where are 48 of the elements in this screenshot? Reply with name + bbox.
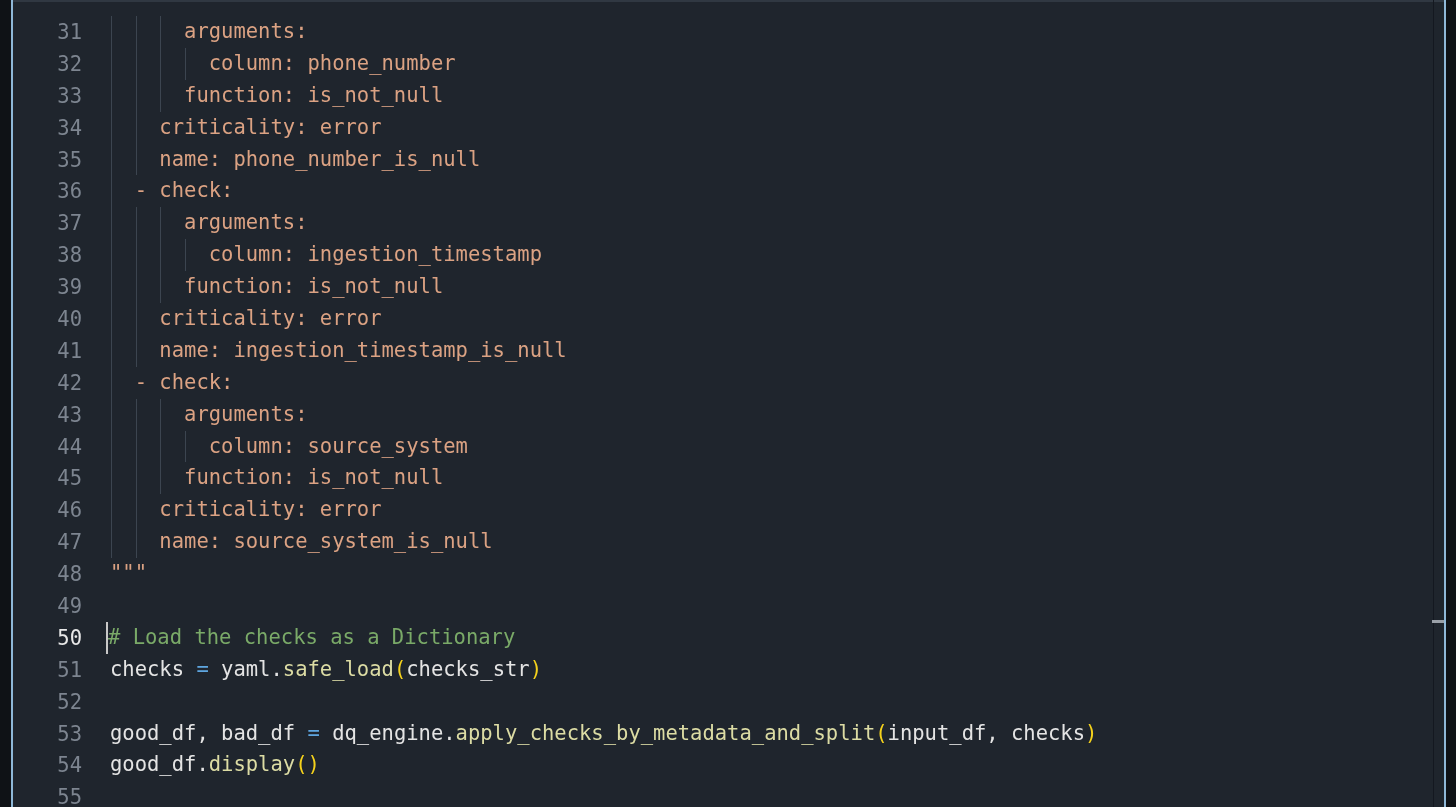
code-line: good_df.display() [109,751,320,779]
code-line: # Load the checks as a Dictionary [106,621,516,654]
line-number: 48 [56,562,82,587]
line-number: 45 [56,466,82,491]
line-number: 42 [56,370,82,395]
line-number: 35 [56,147,82,172]
code-line: function: is_not_null [108,271,444,303]
code-line: arguments: [108,207,308,240]
code-line: - check: [108,175,234,208]
line-number: 52 [56,689,82,714]
line-number: 36 [56,179,82,204]
scrollbar-marker [1432,620,1444,623]
code-line: function: is_not_null [108,79,444,112]
line-number: 37 [56,211,82,236]
line-number: 40 [56,306,82,331]
line-number: 50 [56,625,82,650]
code-line: column: phone_number [108,47,456,80]
line-number: 46 [56,498,82,523]
line-number: 33 [56,83,82,108]
code-line: name: source_system_is_null [108,526,493,559]
code-line: criticality: error [108,111,382,144]
line-number: 41 [56,338,82,363]
line-number: 34 [56,115,82,140]
code-line: good_df, bad_df = dq_engine.apply_checks_by_metadata_and_split(input_df, checks) [109,719,1098,747]
code-line: arguments: [108,16,308,48]
code-line: name: phone_number_is_null [108,143,481,176]
line-number: 31 [56,19,82,44]
line-number: 49 [56,593,82,618]
line-number: 53 [56,721,82,746]
line-number: 38 [56,243,82,268]
line-number: 51 [56,657,82,682]
line-number: 44 [56,434,82,459]
line-number: 43 [56,402,82,427]
code-line: - check: [108,366,234,399]
code-line: column: ingestion_timestamp [108,239,542,272]
code-line: arguments: [108,398,308,431]
code-line: """ [109,560,148,588]
code-line: checks = yaml.safe_load(checks_str) [109,655,542,683]
line-number: 55 [56,785,82,807]
code-line: criticality: error [108,303,382,335]
line-number: 32 [56,51,82,76]
line-number: 39 [56,275,82,300]
line-number: 47 [56,530,82,555]
code-line: name: ingestion_timestamp_is_null [108,334,567,367]
code-line: criticality: error [108,494,382,527]
code-line: column: source_system [108,430,468,463]
code-line: function: is_not_null [108,462,444,495]
line-number: 54 [56,753,82,778]
